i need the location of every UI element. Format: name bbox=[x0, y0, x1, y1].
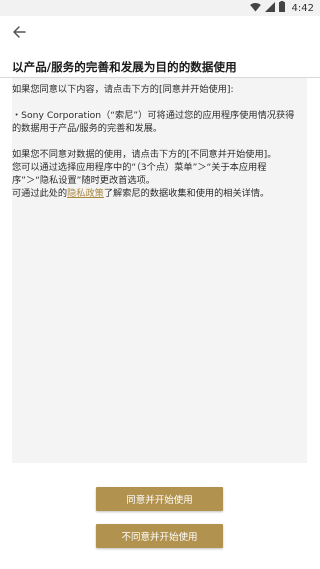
consent-intro-text: 如果您同意以下内容，请点击下方的[同意并开始使用]: bbox=[12, 84, 234, 95]
privacy-policy-link[interactable]: 隐私政策 bbox=[67, 188, 104, 199]
status-icons: 4:42 bbox=[249, 1, 314, 15]
battery-icon bbox=[278, 1, 285, 15]
status-bar: 4:42 bbox=[0, 0, 320, 16]
privacy-prefix: 可通过此处的 bbox=[12, 188, 68, 199]
arrow-left-icon bbox=[12, 24, 26, 43]
disagree-and-start-button[interactable]: 不同意并开始使用 bbox=[96, 524, 223, 548]
back-button[interactable] bbox=[8, 22, 30, 44]
preference-change-text: 您可以通过选择应用程序中的“（3个点）菜单”＞“关于本应用程序”＞“隐私设置”随… bbox=[12, 162, 267, 186]
status-time: 4:42 bbox=[291, 2, 314, 14]
content-panel: 如果您同意以下内容，请点击下方的[同意并开始使用]: ・Sony Corpora… bbox=[12, 78, 307, 463]
privacy-suffix: 了解索尼的数据收集和使用的相关详情。 bbox=[103, 188, 270, 199]
signal-icon bbox=[264, 1, 275, 15]
disagree-instruction-text: 如果您不同意对数据的使用，请点击下方的[不同意并开始使用]。 bbox=[12, 149, 277, 160]
data-usage-text: ・Sony Corporation（“索尼”）可将通过您的应用程序使用情况获得的… bbox=[12, 110, 295, 134]
agree-and-start-button[interactable]: 同意并开始使用 bbox=[96, 487, 223, 511]
page-title: 以产品/服务的完善和发展为目的的数据使用 bbox=[12, 60, 237, 74]
privacy-info-text: 可通过此处的隐私政策了解索尼的数据收集和使用的相关详情。 bbox=[12, 187, 303, 200]
app-bar bbox=[0, 16, 320, 50]
wifi-icon bbox=[249, 2, 261, 15]
